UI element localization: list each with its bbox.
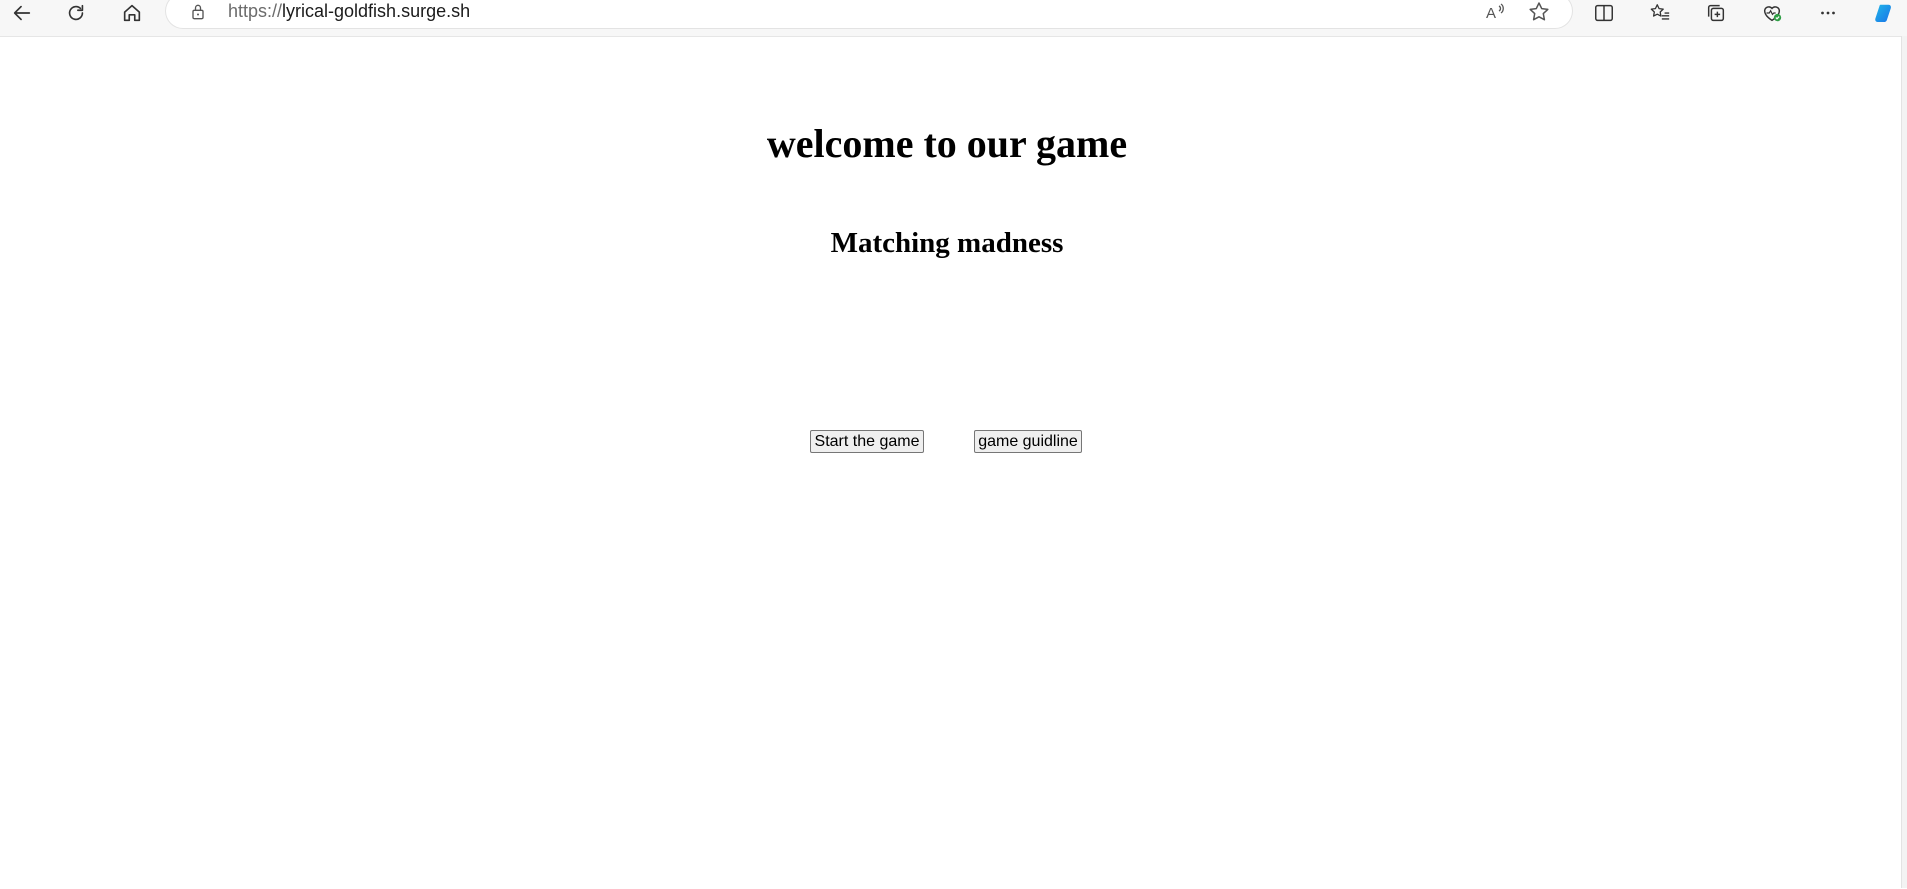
back-button[interactable] xyxy=(4,0,40,26)
game-guideline-button[interactable]: game guidline xyxy=(974,430,1082,453)
welcome-heading: welcome to our game xyxy=(766,121,1128,166)
start-game-button[interactable]: Start the game xyxy=(810,430,924,453)
sidebar-edge xyxy=(1901,36,1907,888)
copilot-icon xyxy=(1875,4,1891,22)
browser-essentials-button[interactable] xyxy=(1754,0,1790,26)
refresh-button[interactable] xyxy=(58,0,94,26)
collections-button[interactable] xyxy=(1698,0,1734,26)
more-button[interactable] xyxy=(1810,0,1846,26)
more-icon xyxy=(1821,11,1835,15)
favorites-icon xyxy=(1650,4,1670,20)
game-title: Matching madness xyxy=(830,227,1064,259)
favorites-button[interactable] xyxy=(1642,0,1678,26)
browser-toolbar: https://lyrical-goldfish.surge.sh A xyxy=(0,0,1907,36)
home-icon xyxy=(123,4,141,22)
copilot-button[interactable] xyxy=(1866,0,1902,26)
address-bar[interactable]: https://lyrical-goldfish.surge.sh A xyxy=(166,0,1572,28)
favorite-star-icon[interactable] xyxy=(1527,0,1551,24)
browser-essentials-icon xyxy=(1763,6,1782,22)
url-host: lyrical-goldfish.surge.sh xyxy=(282,1,471,21)
svg-text:A: A xyxy=(1486,5,1496,22)
split-screen-button[interactable] xyxy=(1586,0,1622,26)
back-icon xyxy=(13,5,31,21)
read-aloud-icon[interactable]: A xyxy=(1483,0,1507,24)
home-button[interactable] xyxy=(114,0,150,26)
split-screen-icon xyxy=(1595,4,1613,22)
collections-icon xyxy=(1707,4,1725,22)
url-protocol: https:// xyxy=(228,1,283,21)
refresh-icon xyxy=(68,4,84,21)
url-text[interactable]: https://lyrical-goldfish.surge.sh xyxy=(228,1,470,22)
lock-icon[interactable] xyxy=(188,2,208,22)
